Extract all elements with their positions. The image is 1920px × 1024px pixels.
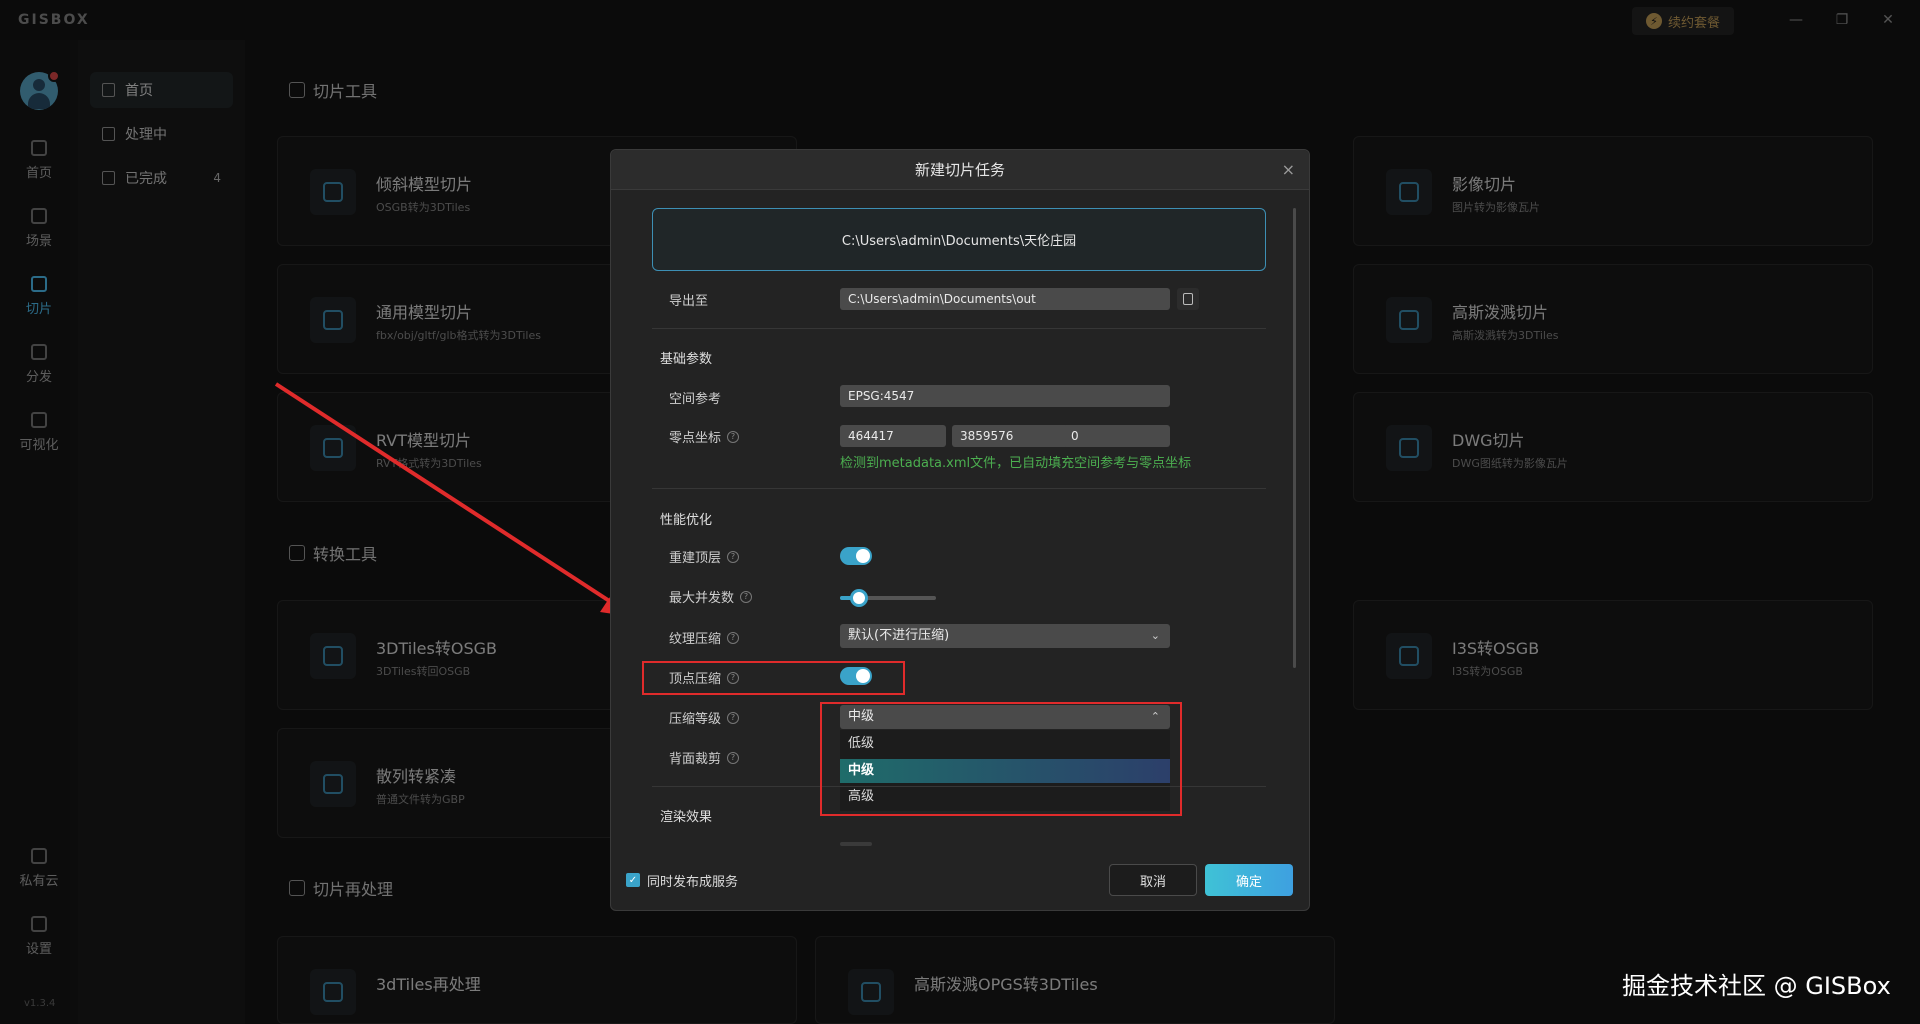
backface-cull-label: 背面裁剪? bbox=[669, 748, 740, 767]
watermark: 掘金技术社区 @ GISBox bbox=[1622, 972, 1891, 1000]
basic-params-heading: 基础参数 bbox=[660, 352, 713, 367]
help-icon[interactable]: ? bbox=[727, 430, 740, 443]
compress-level-label-text: 压缩等级 bbox=[669, 712, 722, 727]
spatial-ref-label: 空间参考 bbox=[669, 388, 721, 407]
export-label: 导出至 bbox=[669, 294, 709, 309]
help-icon[interactable]: ? bbox=[727, 550, 740, 563]
rebuild-top-label-text: 重建顶层 bbox=[669, 551, 722, 566]
rebuild-top-label: 重建顶层? bbox=[669, 547, 740, 566]
texture-compress-select[interactable]: 默认(不进行压缩) ⌄ bbox=[840, 624, 1170, 648]
origin-x-field[interactable]: 464417 bbox=[840, 425, 946, 447]
source-path-box[interactable]: C:\Users\admin\Documents\天伦庄园 bbox=[652, 208, 1266, 271]
spatial-ref-label-text: 空间参考 bbox=[669, 392, 722, 407]
divider bbox=[652, 488, 1266, 489]
rebuild-top-toggle[interactable] bbox=[840, 547, 872, 565]
spatial-ref-field[interactable]: EPSG:4547 bbox=[840, 385, 1170, 407]
close-icon[interactable]: × bbox=[1282, 160, 1295, 179]
texture-compress-label: 纹理压缩? bbox=[669, 628, 740, 647]
folder-picker-button[interactable] bbox=[1177, 288, 1199, 310]
texture-compress-label-text: 纹理压缩 bbox=[669, 632, 722, 647]
max-concurrency-label: 最大并发数? bbox=[669, 587, 753, 606]
metadata-hint: 检测到metadata.xml文件，已自动填充空间参考与零点坐标 bbox=[840, 456, 1192, 471]
chevron-down-icon: ⌄ bbox=[1150, 629, 1160, 642]
publish-service-label: 同时发布成服务 bbox=[647, 875, 739, 890]
toggle-knob bbox=[856, 549, 870, 563]
origin-y-field[interactable]: 3859576 bbox=[952, 425, 1068, 447]
performance-heading: 性能优化 bbox=[660, 513, 713, 528]
origin-label-text: 零点坐标 bbox=[669, 431, 722, 446]
app-window: GISBOX ⚡ 续约套餐 — ❐ ✕ 首页 场景 切片 分发 可视化 私有云 … bbox=[0, 0, 1920, 1024]
max-concurrency-label-text: 最大并发数 bbox=[669, 591, 735, 606]
render-effect-heading: 渲染效果 bbox=[660, 810, 713, 825]
partially-visible-toggle[interactable] bbox=[840, 842, 872, 846]
publish-service-checkbox[interactable]: ✓ bbox=[626, 873, 640, 887]
backface-cull-label-text: 背面裁剪 bbox=[669, 752, 722, 767]
dialog-title: 新建切片任务 bbox=[914, 161, 1005, 179]
slider-thumb[interactable] bbox=[850, 589, 869, 607]
origin-label: 零点坐标? bbox=[669, 427, 740, 446]
origin-z-field[interactable]: 0 bbox=[1063, 425, 1170, 447]
compress-level-label: 压缩等级? bbox=[669, 708, 740, 727]
cancel-button[interactable]: 取消 bbox=[1109, 864, 1197, 896]
max-concurrency-slider[interactable] bbox=[840, 589, 936, 607]
texture-compress-value: 默认(不进行压缩) bbox=[848, 628, 950, 643]
export-path-field[interactable]: C:\Users\admin\Documents\out bbox=[840, 288, 1170, 310]
file-icon bbox=[1183, 293, 1193, 305]
confirm-button[interactable]: 确定 bbox=[1205, 864, 1293, 896]
help-icon[interactable]: ? bbox=[727, 711, 740, 724]
dialog-scrollbar[interactable] bbox=[1293, 208, 1296, 668]
divider bbox=[652, 328, 1266, 329]
annotation-box-compress-level bbox=[820, 702, 1182, 816]
help-icon[interactable]: ? bbox=[740, 590, 753, 603]
annotation-box-vertex-compress bbox=[642, 661, 905, 695]
help-icon[interactable]: ? bbox=[727, 751, 740, 764]
help-icon[interactable]: ? bbox=[727, 631, 740, 644]
